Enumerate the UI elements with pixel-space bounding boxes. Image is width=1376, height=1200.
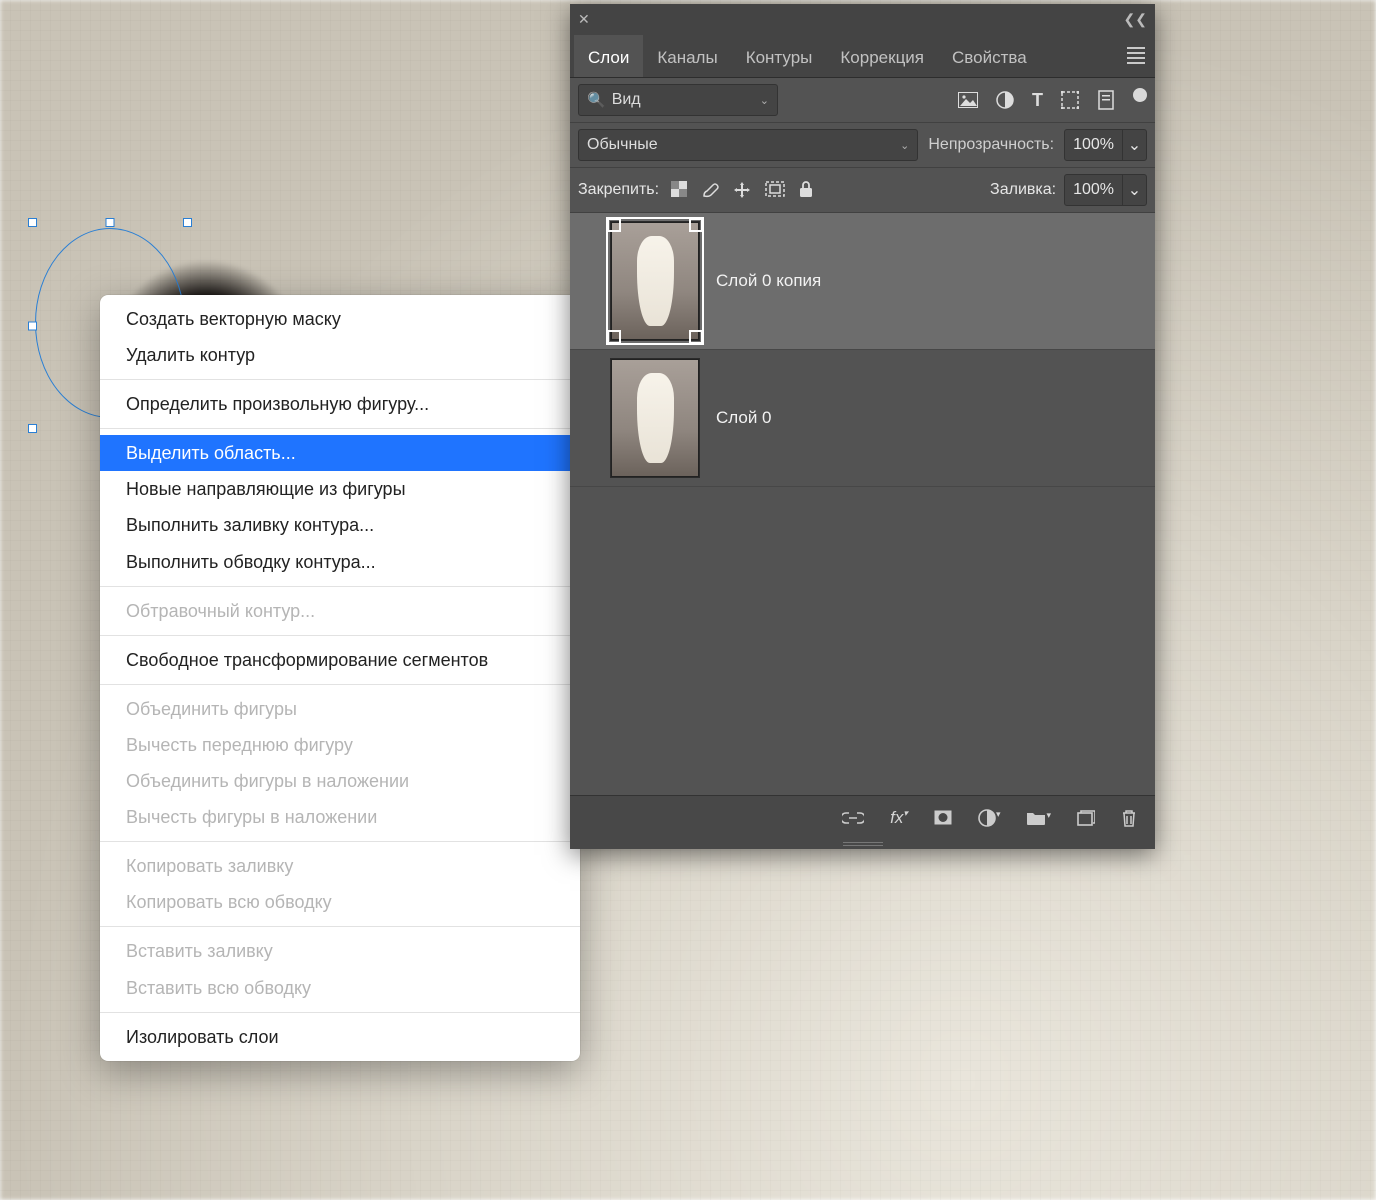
lock-paint-icon[interactable] [701,181,719,199]
filter-type-select[interactable]: 🔍 Вид ⌄ [578,84,778,116]
lock-label: Закрепить: [578,181,659,199]
filter-type-label: Вид [612,91,641,109]
panel-tabs: СлоиКаналыКонтурыКоррекцияСвойства [570,34,1155,78]
fill-value: 100% [1065,181,1122,199]
layer-thumbnail[interactable] [610,358,700,478]
opacity-input[interactable]: 100% ⌄ [1064,129,1147,161]
context-menu-item[interactable]: Изолировать слои [100,1019,580,1055]
fill-input[interactable]: 100% ⌄ [1064,174,1147,206]
filter-toggle[interactable] [1133,88,1147,102]
chevron-down-icon: ⌄ [900,139,909,152]
context-menu-item[interactable]: Свободное трансформирование сегментов [100,642,580,678]
handle-sw[interactable] [28,424,37,433]
blend-mode-select[interactable]: Обычные ⌄ [578,129,918,161]
panel-menu-icon[interactable] [1127,47,1145,64]
tab-коррекция[interactable]: Коррекция [826,35,938,77]
blend-mode-value: Обычные [587,136,658,154]
context-menu-item[interactable]: Создать векторную маску [100,301,580,337]
group-icon[interactable]: ▾ [1026,810,1051,825]
filter-shape-icon[interactable] [1061,91,1079,109]
filter-text-icon[interactable]: T [1032,90,1043,111]
panel-footer: fx▾ ▾ ▾ [570,795,1155,839]
opacity-value: 100% [1065,136,1122,154]
chevron-down-icon[interactable]: ⌄ [1122,175,1146,205]
layer-row[interactable]: Слой 0 [570,350,1155,487]
handle-nw[interactable] [28,218,37,227]
layers-panel: ✕ ❮❮ СлоиКаналыКонтурыКоррекцияСвойства … [570,4,1155,849]
tab-слои[interactable]: Слои [574,35,643,77]
context-menu-item[interactable]: Удалить контур [100,337,580,373]
context-menu-item: Вычесть переднюю фигуру [100,727,580,763]
lock-move-icon[interactable] [733,181,751,199]
layer-name[interactable]: Слой 0 [716,408,772,428]
mask-icon[interactable] [934,810,952,825]
layer-name[interactable]: Слой 0 копия [716,271,821,291]
layer-thumbnail[interactable] [610,221,700,341]
lock-all-icon[interactable] [799,181,813,199]
context-menu-item[interactable]: Выполнить обводку контура... [100,544,580,580]
tab-контуры[interactable]: Контуры [732,35,827,77]
handle-ne[interactable] [183,218,192,227]
context-menu-item: Обтравочный контур... [100,593,580,629]
adjustment-icon[interactable]: ▾ [978,809,1001,827]
delete-icon[interactable] [1121,809,1137,827]
context-menu-item[interactable]: Выполнить заливку контура... [100,507,580,543]
context-menu-item: Копировать заливку [100,848,580,884]
context-menu-item: Копировать всю обводку [100,884,580,920]
new-layer-icon[interactable] [1077,810,1095,826]
filter-image-icon[interactable] [958,92,978,108]
tab-свойства[interactable]: Свойства [938,35,1041,77]
lock-transparency-icon[interactable] [671,181,687,199]
close-icon[interactable]: ✕ [578,11,590,28]
context-menu-item[interactable]: Определить произвольную фигуру... [100,386,580,422]
chevron-down-icon: ⌄ [760,94,769,107]
context-menu-item[interactable]: Новые направляющие из фигуры [100,471,580,507]
layer-row[interactable]: Слой 0 копия [570,213,1155,350]
resize-grip[interactable] [570,839,1155,849]
search-icon: 🔍 [587,91,606,109]
fill-label: Заливка: [990,181,1056,199]
chevron-down-icon[interactable]: ⌄ [1122,130,1146,160]
context-menu-item: Объединить фигуры в наложении [100,763,580,799]
fx-icon[interactable]: fx▾ [890,808,908,828]
context-menu: Создать векторную маскуУдалить контур Опр… [100,295,580,1061]
filter-adjust-icon[interactable] [996,91,1014,109]
context-menu-item[interactable]: Выделить область... [100,435,580,471]
collapse-icon[interactable]: ❮❮ [1124,11,1147,28]
lock-artboard-icon[interactable] [765,181,785,199]
filter-smart-icon[interactable] [1097,90,1115,110]
context-menu-item: Вставить всю обводку [100,970,580,1006]
context-menu-item: Вставить заливку [100,933,580,969]
handle-w[interactable] [28,321,37,330]
link-icon[interactable] [842,812,864,824]
context-menu-item: Объединить фигуры [100,691,580,727]
context-menu-item: Вычесть фигуры в наложении [100,799,580,835]
handle-n[interactable] [106,218,115,227]
layers-list: Слой 0 копия Слой 0 [570,213,1155,795]
tab-каналы[interactable]: Каналы [643,35,731,77]
opacity-label: Непрозрачность: [928,136,1054,154]
